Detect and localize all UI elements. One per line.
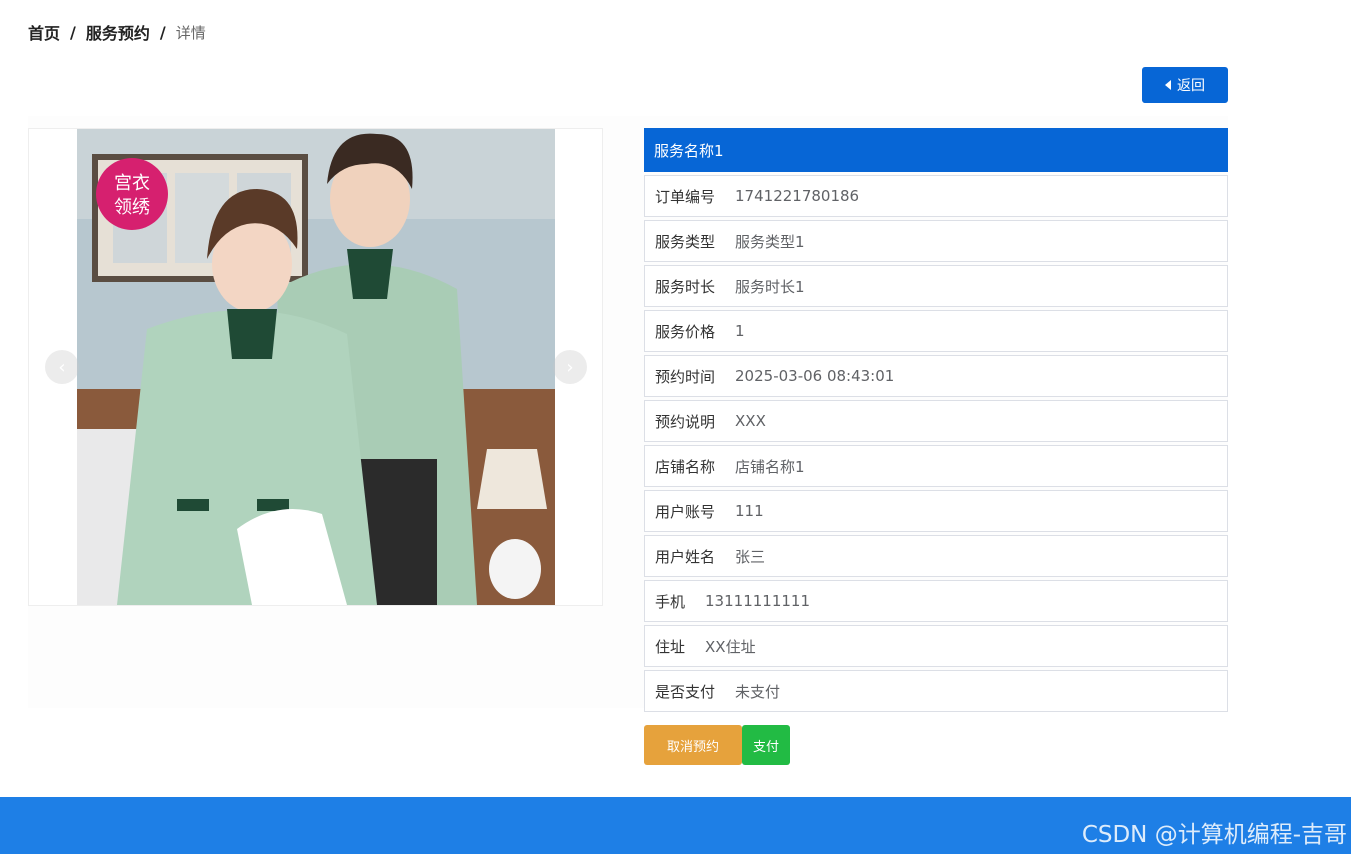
info-label: 用户姓名 [655,547,716,566]
info-value: 服务时长1 [735,277,805,296]
info-row-shop-name: 店铺名称 店铺名称1 [644,445,1228,487]
info-label: 店铺名称 [655,457,716,476]
info-label: 服务类型 [655,232,716,251]
info-row-address: 住址 XX住址 [644,625,1228,667]
info-label: 预约时间 [655,367,716,386]
info-value: 13111111111 [705,592,810,610]
info-value: 1741221780186 [735,187,860,205]
info-value: XX住址 [705,637,756,656]
info-row-payment-status: 是否支付 未支付 [644,670,1228,712]
info-row-service-price: 服务价格 1 [644,310,1228,352]
breadcrumb: 首页 / 服务预约 / 详情 [28,20,206,44]
service-title: 服务名称1 [644,128,1228,172]
pay-button[interactable]: 支付 [742,725,790,765]
info-row-service-duration: 服务时长 服务时长1 [644,265,1228,307]
info-label: 用户账号 [655,502,716,521]
info-value: 未支付 [735,682,781,701]
logo-badge-text: 宫衣 [114,173,150,194]
info-value: 111 [735,502,764,520]
image-carousel: 宫衣 领绣 ‹ › [28,128,603,606]
breadcrumb-home[interactable]: 首页 [28,20,60,44]
info-value: 张三 [735,547,766,566]
info-label: 是否支付 [655,682,716,701]
info-row-phone: 手机 13111111111 [644,580,1228,622]
info-label: 订单编号 [655,187,716,206]
info-label: 手机 [655,592,686,611]
cancel-booking-button[interactable]: 取消预约 [644,725,742,765]
info-row-user-name: 用户姓名 张三 [644,535,1228,577]
carousel-prev-button[interactable]: ‹ [45,350,79,384]
breadcrumb-current: 详情 [175,23,206,42]
back-button[interactable]: 返回 [1142,67,1228,103]
info-row-user-account: 用户账号 111 [644,490,1228,532]
info-value: XXX [735,412,766,430]
info-value: 1 [735,322,745,340]
caret-left-icon [1165,80,1171,90]
breadcrumb-service-booking[interactable]: 服务预约 [86,20,150,44]
breadcrumb-separator: / [70,22,76,42]
info-label: 服务时长 [655,277,716,296]
info-value: 2025-03-06 08:43:01 [735,367,895,385]
back-button-label: 返回 [1177,78,1205,94]
info-label: 服务价格 [655,322,716,341]
footer: CSDN @计算机编程-吉哥 [0,797,1351,854]
carousel-next-button[interactable]: › [553,350,587,384]
info-label: 预约说明 [655,412,716,431]
info-row-order-number: 订单编号 1741221780186 [644,175,1228,217]
logo-badge-text: 领绣 [114,197,150,218]
info-label: 住址 [655,637,686,656]
info-value: 店铺名称1 [735,457,805,476]
breadcrumb-separator: / [159,22,166,42]
info-row-booking-note: 预约说明 XXX [644,400,1228,442]
service-photo-illustration: 宫衣 领绣 [77,129,555,605]
info-row-booking-time: 预约时间 2025-03-06 08:43:01 [644,355,1228,397]
service-photo: 宫衣 领绣 [77,129,555,605]
info-value: 服务类型1 [735,232,805,251]
info-row-service-type: 服务类型 服务类型1 [644,220,1228,262]
watermark-text: CSDN @计算机编程-吉哥 [1081,822,1347,848]
